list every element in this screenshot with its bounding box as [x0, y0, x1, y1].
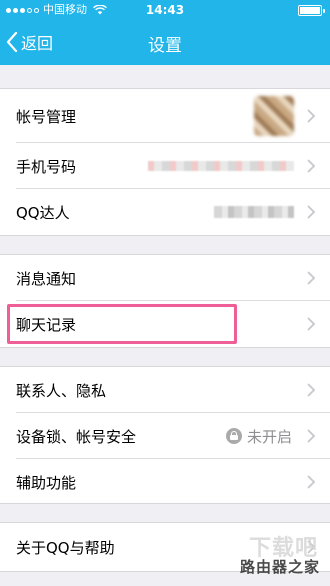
account-management-row[interactable]: 帐号管理	[0, 89, 330, 143]
message-notification-row[interactable]: 消息通知	[0, 255, 330, 301]
clock: 14:43	[145, 3, 185, 17]
header: 中国移动 14:43 返回 设置	[0, 0, 330, 65]
watermark-bottom: 路由器之家	[239, 558, 320, 576]
chevron-right-icon	[307, 317, 316, 331]
phone-number-row[interactable]: 手机号码	[0, 143, 330, 189]
phone-number-value	[148, 161, 294, 171]
contacts-privacy-label: 联系人、隐私	[16, 382, 107, 400]
message-notification-label: 消息通知	[16, 270, 77, 288]
battery-icon	[298, 5, 325, 16]
avatar	[254, 96, 294, 136]
chevron-right-icon	[307, 159, 316, 173]
nav-bar: 返回 设置	[0, 20, 330, 65]
device-lock-row[interactable]: 设备锁、帐号安全 未开启	[0, 413, 330, 459]
status-bar: 中国移动 14:43	[0, 0, 330, 20]
qq-expert-label: QQ达人	[16, 204, 70, 222]
about-help-label: 关于QQ与帮助	[16, 539, 115, 557]
accessibility-label: 辅助功能	[16, 474, 77, 492]
phone-number-label: 手机号码	[16, 158, 77, 176]
chat-history-highlight	[7, 304, 237, 344]
qq-expert-row[interactable]: QQ达人	[0, 189, 330, 235]
account-management-label: 帐号管理	[16, 108, 77, 126]
chevron-right-icon	[307, 429, 316, 443]
chevron-right-icon	[307, 383, 316, 397]
chevron-right-icon	[307, 475, 316, 489]
account-group: 帐号管理 手机号码 QQ达人	[0, 88, 330, 236]
page-title: 设置	[148, 36, 182, 56]
watermark: 下载吧 路由器之家	[201, 530, 326, 580]
chevron-right-icon	[307, 205, 316, 219]
privacy-group: 联系人、隐私 设备锁、帐号安全 未开启 辅助功能	[0, 366, 330, 504]
chevron-right-icon	[307, 109, 316, 123]
contacts-privacy-row[interactable]: 联系人、隐私	[0, 367, 330, 413]
device-lock-status: 未开启	[246, 428, 292, 446]
lock-icon	[226, 428, 242, 444]
qq-expert-value	[214, 206, 294, 218]
chevron-right-icon	[307, 271, 316, 285]
device-lock-label: 设备锁、帐号安全	[16, 428, 137, 446]
accessibility-row[interactable]: 辅助功能	[0, 459, 330, 505]
